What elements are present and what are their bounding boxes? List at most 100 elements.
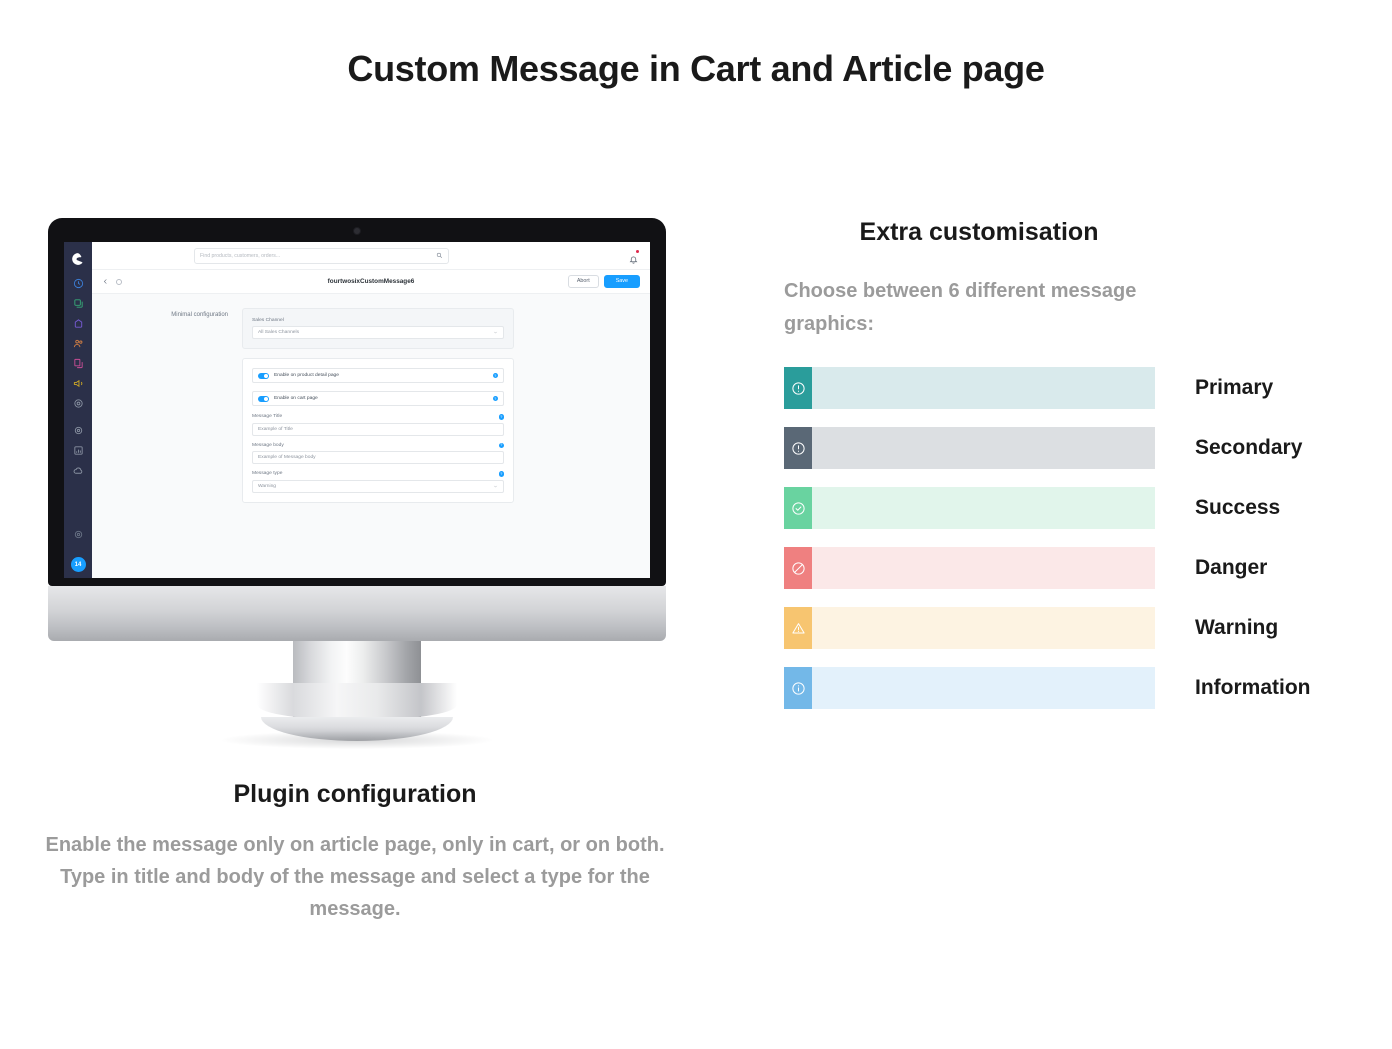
sidebar-item-cloud[interactable] — [73, 465, 84, 476]
check-circle-icon — [784, 487, 812, 529]
message-preview-body — [812, 487, 1155, 529]
exclamation-circle-icon — [784, 367, 812, 409]
monitor-shadow — [222, 731, 492, 749]
sales-channel-label: Sales Channel — [252, 318, 284, 323]
message-preview-body — [812, 547, 1155, 589]
help-icon-product-page[interactable]: ? — [492, 372, 498, 379]
help-icon-cart-page[interactable]: ? — [492, 395, 498, 402]
info-circle-icon — [784, 667, 812, 709]
toggle-product-page-label: Enable on product detail page — [274, 373, 339, 378]
message-type-label: Success — [1195, 496, 1281, 519]
chevron-down-icon — [494, 331, 497, 334]
toggle-cart-page[interactable]: Enable on cart page ? — [252, 391, 504, 406]
sidebar-item-customers[interactable] — [73, 338, 84, 349]
admin-content: Minimal configuration Sales Channel All … — [92, 294, 650, 578]
message-type-row: Secondary — [784, 427, 1354, 469]
subbar-actions: Abort Save — [567, 274, 640, 289]
toggle-cart-page-label: Enable on cart page — [274, 396, 318, 401]
sales-channel-select[interactable]: All Sales Channels — [252, 326, 504, 339]
message-preview-bar[interactable] — [784, 367, 1155, 409]
message-preview-body — [812, 367, 1155, 409]
search-icon — [436, 252, 443, 259]
message-preview-bar[interactable] — [784, 607, 1155, 649]
user-avatar[interactable]: 14 — [70, 557, 86, 572]
sidebar-item-content[interactable] — [73, 358, 84, 369]
message-type-row: Danger — [784, 547, 1354, 589]
message-settings-card: Enable on product detail page ? Enable o… — [242, 358, 514, 503]
admin-topbar: Find products, customers, orders... — [92, 242, 650, 270]
message-type-label: Danger — [1195, 556, 1268, 579]
message-body-head: Message body ? — [252, 442, 504, 448]
sidebar-item-settings[interactable] — [73, 425, 84, 436]
chevron-down-icon — [494, 485, 497, 487]
sidebar-item-orders[interactable] — [73, 318, 84, 329]
search-placeholder: Find products, customers, orders... — [200, 252, 281, 259]
message-type-head: Message type ? — [252, 471, 504, 477]
back-chevron-icon[interactable] — [102, 278, 109, 285]
message-preview-bar[interactable] — [784, 427, 1155, 469]
notification-badge — [636, 250, 639, 253]
monitor-base — [222, 717, 492, 749]
admin-subbar: fourtwosixCustomMessage6 Abort Save — [92, 270, 650, 294]
admin-sidebar: 14 — [64, 242, 92, 578]
sidebar-item-extensions[interactable] — [73, 398, 84, 409]
shopware-logo-icon — [72, 253, 83, 265]
message-body-group: Message body ? Example of Message body — [252, 442, 504, 464]
save-button[interactable]: Save — [603, 274, 640, 289]
toggle-product-detail-page[interactable]: Enable on product detail page ? — [252, 368, 504, 383]
help-icon-message-title[interactable]: ? — [498, 414, 504, 420]
message-type-row: Information — [784, 667, 1354, 709]
message-type-label: Information — [1195, 676, 1311, 699]
sidebar-item-reports[interactable] — [73, 445, 84, 456]
sidebar-settings-gear-icon[interactable] — [73, 529, 84, 540]
page-title: Custom Message in Cart and Article page — [347, 48, 1045, 89]
breadcrumb-title: fourtwosixCustomMessage6 — [327, 278, 415, 285]
help-icon-message-body[interactable]: ? — [498, 442, 504, 448]
message-type-row: Primary — [784, 367, 1354, 409]
message-preview-bar[interactable] — [784, 667, 1155, 709]
plugin-configuration-body: Enable the message only on article page,… — [45, 834, 665, 920]
message-preview-body — [812, 667, 1155, 709]
message-type-row: Warning — [784, 607, 1354, 649]
sidebar-item-dashboard[interactable] — [73, 278, 84, 289]
help-icon-message-type[interactable]: ? — [498, 471, 504, 477]
monitor-bezel: 14 Find products, customers, orders... f… — [48, 218, 666, 586]
sidebar-item-marketing[interactable] — [73, 378, 84, 389]
message-title-input[interactable]: Example of Title — [252, 422, 504, 436]
message-title-label: Message Title — [252, 414, 283, 420]
warning-triangle-icon — [784, 607, 812, 649]
message-type-label: Message type — [252, 471, 283, 477]
message-type-label: Secondary — [1195, 436, 1303, 459]
config-cards: Sales Channel All Sales Channels Enable … — [242, 308, 514, 578]
search-input[interactable]: Find products, customers, orders... — [194, 247, 449, 264]
admin-main-area: Find products, customers, orders... four… — [92, 242, 650, 578]
message-type-select[interactable]: Warning — [252, 479, 504, 493]
sidebar-bottom-group: 14 — [64, 529, 92, 572]
message-body-label: Message body — [252, 442, 284, 448]
message-preview-bar[interactable] — [784, 547, 1155, 589]
message-preview-bar[interactable] — [784, 487, 1155, 529]
status-dot-icon — [116, 278, 122, 285]
sidebar-item-catalogues[interactable] — [73, 298, 84, 309]
monitor-screen: 14 Find products, customers, orders... f… — [64, 242, 650, 578]
avatar-initials: 14 — [74, 561, 82, 568]
exclamation-circle-icon — [784, 427, 812, 469]
message-body-input[interactable]: Example of Message body — [252, 451, 504, 464]
left-caption: Plugin configuration Enable the message … — [40, 780, 670, 925]
section-label: Minimal configuration — [171, 312, 228, 318]
abort-button[interactable]: Abort — [567, 274, 599, 289]
toggle-switch-cart-page[interactable] — [258, 395, 269, 402]
message-type-value: Warning — [258, 483, 277, 489]
message-type-label: Primary — [1195, 376, 1274, 399]
message-type-label: Warning — [1195, 616, 1279, 639]
message-title-group: Message Title ? Example of Title — [252, 414, 504, 436]
message-body-value: Example of Message body — [258, 455, 316, 460]
sales-channel-value: All Sales Channels — [258, 330, 300, 335]
toggle-switch-product-page[interactable] — [258, 372, 269, 379]
monitor-chin — [48, 586, 666, 641]
notifications-bell-icon[interactable] — [629, 250, 639, 264]
right-panel: Extra customisation Choose between 6 dif… — [784, 218, 1354, 727]
message-type-list: Primary Secondary Success Danger Warning Info… — [784, 367, 1354, 709]
ban-circle-icon — [784, 547, 812, 589]
message-type-group: Message type ? Warning — [252, 471, 504, 493]
